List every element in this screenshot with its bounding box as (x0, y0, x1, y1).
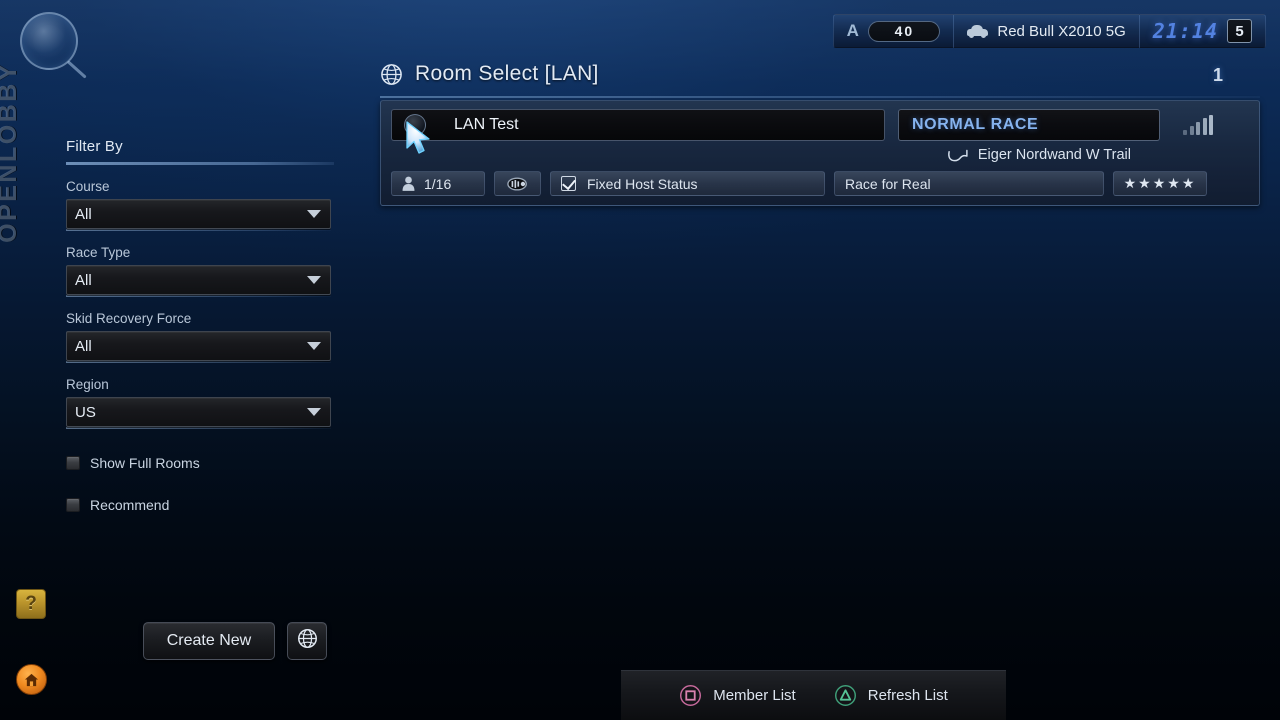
checkbox-label: Recommend (90, 497, 170, 513)
rating-letter: A (846, 21, 860, 40)
hud-clock-cell: 21:14 5 (1138, 14, 1266, 48)
chevron-down-icon (307, 276, 321, 284)
room-course-row: Eiger Nordwand W Trail (391, 147, 1131, 163)
home-button[interactable] (16, 664, 47, 695)
car-name: Red Bull X2010 5G (997, 22, 1126, 40)
globe-icon (297, 628, 318, 654)
fixed-host-status-label: Fixed Host Status (587, 175, 698, 192)
hud-bar: A 40 Red Bull X2010 5G 21:14 5 (832, 14, 1266, 48)
command-label: Refresh List (867, 687, 948, 704)
page-number: 1 (1212, 65, 1223, 85)
filter-select-course[interactable]: All (66, 199, 331, 229)
room-voice-chat (494, 171, 541, 196)
command-label: Member List (713, 687, 796, 704)
filter-group-course: Course All (66, 179, 334, 231)
checkbox-box (66, 456, 80, 470)
person-icon (402, 176, 415, 191)
filter-value-course: All (75, 205, 92, 223)
checkbox-checked-icon (561, 176, 576, 191)
checkbox-label: Show Full Rooms (90, 455, 200, 471)
hud-rating-cell: A 40 (832, 14, 954, 48)
room-row-top: LAN Test NORMAL RACE (391, 109, 1249, 141)
page-header: Room Select [LAN] (380, 62, 599, 86)
rating-value: 40 (868, 20, 941, 42)
chevron-down-icon (307, 210, 321, 218)
room-list: LAN Test NORMAL RACE Eiger Nordwand W Tr… (380, 100, 1260, 206)
filter-group-region: Region US (66, 377, 334, 429)
command-refresh-list[interactable]: Refresh List (834, 684, 948, 707)
day-counter: 5 (1227, 19, 1252, 43)
filter-value-region: US (75, 403, 96, 421)
playstation-triangle-icon (834, 684, 857, 707)
checkbox-show-full-rooms[interactable]: Show Full Rooms (66, 455, 334, 471)
create-new-label: Create New (166, 632, 252, 649)
filter-group-race-type: Race Type All (66, 245, 334, 297)
create-new-button[interactable]: Create New (143, 622, 275, 660)
room-list-item[interactable]: LAN Test NORMAL RACE Eiger Nordwand W Tr… (380, 100, 1260, 206)
network-toggle-button[interactable] (287, 622, 327, 660)
playstation-square-icon (679, 684, 702, 707)
player-count-value: 1/16 (424, 175, 452, 192)
room-rating-stars: ★★★★★ (1113, 171, 1207, 196)
command-bar: Member List Refresh List (621, 670, 1006, 720)
filter-label-skid-recovery-force: Skid Recovery Force (66, 311, 192, 326)
track-outline-icon (947, 148, 969, 163)
filter-underline (66, 361, 331, 363)
checkbox-recommend[interactable]: Recommend (66, 497, 334, 513)
filter-underline (66, 229, 331, 231)
voice-chat-icon (506, 176, 529, 191)
room-name: LAN Test (454, 116, 519, 133)
open-lobby-screen: OPENLOBBY A 40 Red Bull X2010 5G 21:14 5 (0, 0, 1280, 720)
header-divider (380, 96, 1260, 98)
stars-value: ★★★★★ (1123, 175, 1197, 191)
room-race-type[interactable]: NORMAL RACE (898, 109, 1160, 141)
room-tag: Race for Real (834, 171, 1104, 196)
room-name-field[interactable]: LAN Test (391, 109, 885, 141)
command-member-list[interactable]: Member List (679, 684, 796, 707)
hud-car-cell: Red Bull X2010 5G (953, 14, 1139, 48)
filter-divider (66, 162, 334, 165)
room-tag-label: Race for Real (845, 175, 931, 192)
clock: 21:14 (1152, 19, 1218, 43)
chevron-down-icon (307, 342, 321, 350)
checkbox-box (66, 498, 80, 512)
filter-label-course: Course (66, 179, 110, 194)
filter-title: Filter By (66, 138, 123, 155)
page-title: Room Select [LAN] (415, 62, 599, 85)
create-room-controls: Create New (143, 622, 327, 660)
globe-icon (380, 63, 403, 86)
filter-underline (66, 295, 331, 297)
lock-icon (404, 114, 426, 136)
course-name: Eiger Nordwand W Trail (977, 147, 1131, 163)
filter-select-region[interactable]: US (66, 397, 331, 427)
room-row-bottom: 1/16 Fixed Host Status Race for Real ★★★… (391, 171, 1249, 196)
filter-underline (66, 427, 331, 429)
car-icon (967, 24, 989, 38)
room-player-count: 1/16 (391, 171, 485, 196)
filter-select-race-type[interactable]: All (66, 265, 331, 295)
signal-bars-icon (1183, 115, 1213, 135)
help-label: ? (25, 593, 37, 614)
help-button[interactable]: ? (16, 589, 46, 619)
filter-label-race-type: Race Type (66, 245, 131, 260)
filter-label-region: Region (66, 377, 109, 392)
chevron-down-icon (307, 408, 321, 416)
filter-panel: Filter By Course All Race Type All Skid … (66, 138, 334, 513)
filter-value-skid-recovery-force: All (75, 337, 92, 355)
filter-group-skid-recovery-force: Skid Recovery Force All (66, 311, 334, 363)
race-type-label: NORMAL RACE (912, 116, 1039, 133)
filter-value-race-type: All (75, 271, 92, 289)
home-icon (24, 673, 39, 687)
room-fixed-host-status[interactable]: Fixed Host Status (550, 171, 825, 196)
filter-select-skid-recovery-force[interactable]: All (66, 331, 331, 361)
